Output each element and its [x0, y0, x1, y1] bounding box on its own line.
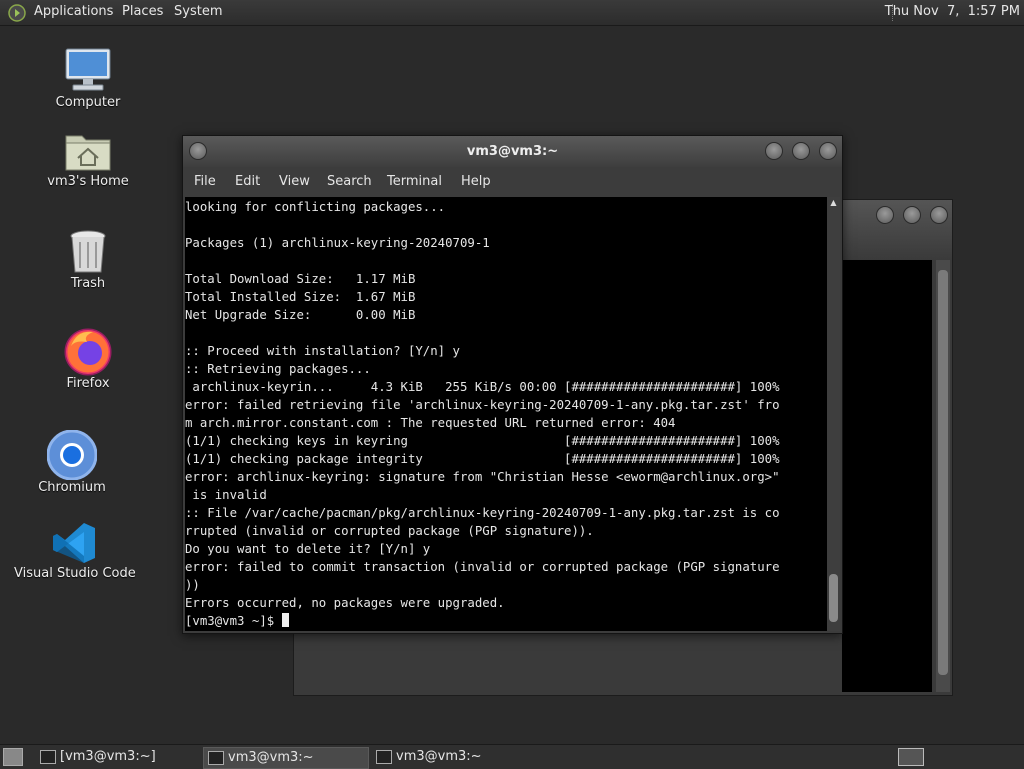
desktop-icon-home[interactable]: vm3's Home — [38, 128, 138, 189]
terminal-line: Net Upgrade Size: 0.00 MiB — [185, 308, 416, 322]
menu-help[interactable]: Help — [461, 174, 491, 189]
desktop-icon-label: Firefox — [66, 376, 110, 391]
desktop-icon-trash[interactable]: Trash — [48, 228, 128, 291]
desktop-icon-firefox[interactable]: Firefox — [48, 326, 128, 391]
terminal-line: (1/1) checking package integrity [######… — [185, 452, 780, 466]
clock[interactable]: Thu Nov 7, 1:57 PM — [885, 4, 1020, 19]
scrollbar-thumb[interactable] — [829, 574, 838, 622]
terminal-icon — [376, 750, 392, 764]
places-menu[interactable]: Places — [122, 4, 163, 19]
chromium-icon — [47, 430, 97, 480]
terminal-window[interactable]: vm3@vm3:~ File Edit View Search Terminal… — [182, 135, 843, 634]
minimize-button[interactable] — [765, 142, 783, 160]
close-button[interactable] — [819, 142, 837, 160]
vscode-icon — [53, 523, 95, 563]
menu-edit[interactable]: Edit — [235, 174, 260, 189]
window-titlebar[interactable]: vm3@vm3:~ — [183, 136, 842, 167]
gnome-foot-icon[interactable] — [8, 4, 26, 22]
taskbar-item-label: vm3@vm3:~ — [228, 750, 314, 765]
desktop-icon-label: Chromium — [38, 480, 106, 495]
text-cursor — [281, 613, 289, 627]
taskbar-item-label: vm3@vm3:~ — [396, 749, 482, 764]
terminal-line: Total Download Size: 1.17 MiB — [185, 272, 416, 286]
terminal-line: rrupted (invalid or corrupted package (P… — [185, 524, 594, 538]
close-button[interactable] — [930, 206, 948, 224]
bottom-panel: [vm3@vm3:~] vm3@vm3:~ vm3@vm3:~ — [0, 744, 1024, 769]
scroll-up-arrow-icon[interactable]: ▲ — [827, 197, 840, 209]
desktop-icon-chromium[interactable]: Chromium — [32, 430, 112, 495]
show-desktop-icon[interactable] — [3, 748, 23, 766]
terminal-text: looking for conflicting packages... Pack… — [185, 197, 827, 630]
desktop-icon-label: Computer — [55, 95, 121, 110]
terminal-menubar: File Edit View Search Terminal Help — [183, 167, 842, 197]
scrollbar-thumb[interactable] — [938, 270, 948, 675]
terminal-line: Do you want to delete it? [Y/n] y — [185, 542, 431, 556]
firefox-icon — [64, 328, 112, 376]
taskbar-item[interactable]: [vm3@vm3:~] — [36, 747, 196, 767]
terminal-icon — [40, 750, 56, 764]
top-panel: Applications Places System Thu Nov 7, 1:… — [0, 0, 1024, 26]
desktop-icon-label: Visual Studio Code — [14, 566, 136, 581]
terminal-line: :: File /var/cache/pacman/pkg/archlinux-… — [185, 506, 780, 520]
maximize-button[interactable] — [792, 142, 810, 160]
terminal-line: )) — [185, 578, 200, 592]
terminal-line: Packages (1) archlinux-keyring-20240709-… — [185, 236, 490, 250]
applications-menu[interactable]: Applications — [34, 4, 113, 19]
shell-prompt: [vm3@vm3 ~]$ — [185, 614, 282, 628]
terminal-output[interactable]: looking for conflicting packages... Pack… — [185, 197, 827, 631]
system-menu[interactable]: System — [174, 4, 222, 19]
window-title: vm3@vm3:~ — [466, 144, 559, 159]
trash-icon — [70, 230, 106, 273]
menu-view[interactable]: View — [279, 174, 310, 189]
terminal-line: error: failed retrieving file 'archlinux… — [185, 398, 780, 412]
background-terminal-output — [842, 260, 932, 692]
maximize-button[interactable] — [903, 206, 921, 224]
desktop-icon-label: vm3's Home — [47, 174, 129, 189]
menu-search[interactable]: Search — [327, 174, 372, 189]
menu-terminal[interactable]: Terminal — [387, 174, 442, 189]
terminal-line: (1/1) checking keys in keyring [########… — [185, 434, 780, 448]
terminal-line: Total Installed Size: 1.67 MiB — [185, 290, 416, 304]
terminal-line: :: Proceed with installation? [Y/n] y — [185, 344, 460, 358]
scrollbar[interactable] — [827, 197, 840, 631]
taskbar-item[interactable]: vm3@vm3:~ — [372, 747, 532, 767]
computer-icon — [65, 48, 111, 91]
terminal-line: :: Retrieving packages... — [185, 362, 371, 376]
terminal-line: looking for conflicting packages... — [185, 200, 446, 214]
workspace-switcher[interactable] — [898, 748, 924, 766]
taskbar-item[interactable]: vm3@vm3:~ — [203, 747, 369, 769]
desktop-icon-computer[interactable]: Computer — [48, 45, 128, 110]
terminal-line: is invalid — [185, 488, 267, 502]
menu-file[interactable]: File — [194, 174, 216, 189]
desktop-icon-label: Trash — [70, 276, 106, 291]
terminal-line: error: archlinux-keyring: signature from… — [185, 470, 780, 484]
taskbar-item-label: [vm3@vm3:~] — [60, 749, 156, 764]
minimize-button[interactable] — [876, 206, 894, 224]
terminal-line: error: failed to commit transaction (inv… — [185, 560, 780, 574]
terminal-line: Errors occurred, no packages were upgrad… — [185, 596, 505, 610]
terminal-icon — [208, 751, 224, 765]
terminal-line: archlinux-keyrin... 4.3 KiB 255 KiB/s 00… — [185, 380, 780, 394]
desktop-icon-vscode[interactable]: Visual Studio Code — [14, 520, 136, 581]
terminal-line: m arch.mirror.constant.com : The request… — [185, 416, 676, 430]
home-folder-icon — [65, 135, 111, 171]
